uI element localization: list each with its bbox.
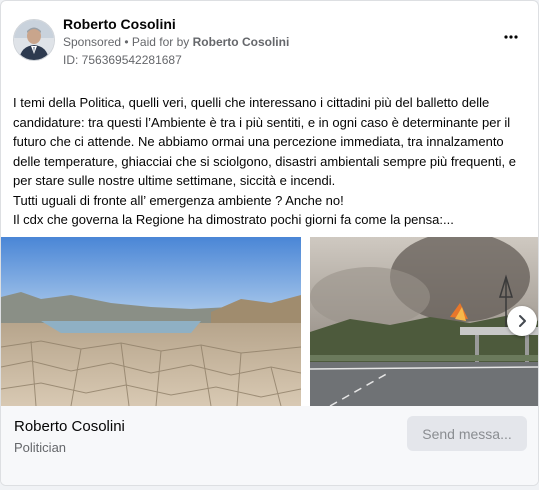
post-text: I temi della Politica, quelli veri, quel… <box>13 95 516 227</box>
post-meta: Roberto Cosolini Sponsored • Paid for by… <box>63 15 483 69</box>
footer-page-name[interactable]: Roberto Cosolini <box>14 418 125 435</box>
footer-category: Politician <box>14 440 67 455</box>
ad-post-card: Roberto Cosolini Sponsored • Paid for by… <box>0 0 539 486</box>
post-body: I temi della Politica, quelli veri, quel… <box>13 93 528 230</box>
drought-lake-image[interactable] <box>1 237 301 406</box>
separator: • <box>121 35 132 49</box>
ad-id: ID: 756369542281687 <box>63 53 182 67</box>
paid-for-label: Paid for by <box>131 35 193 49</box>
carousel-next-button[interactable] <box>507 306 537 336</box>
avatar[interactable] <box>13 19 55 61</box>
more-options-button[interactable] <box>500 29 522 45</box>
wildfire-highway-image[interactable] <box>310 237 538 406</box>
post-header: Roberto Cosolini Sponsored • Paid for by… <box>13 13 528 73</box>
ad-footer: Roberto Cosolini Politician Send messa..… <box>1 406 538 485</box>
send-message-button[interactable]: Send messa... <box>407 416 527 451</box>
media-carousel <box>1 237 538 406</box>
more-horizontal-icon <box>504 35 518 39</box>
author-name[interactable]: Roberto Cosolini <box>63 15 483 33</box>
paid-for-name[interactable]: Roberto Cosolini <box>193 35 290 49</box>
sponsored-label: Sponsored <box>63 35 122 49</box>
chevron-right-icon <box>519 315 526 327</box>
sponsored-line: Sponsored • Paid for by Roberto Cosolini <box>63 33 483 51</box>
